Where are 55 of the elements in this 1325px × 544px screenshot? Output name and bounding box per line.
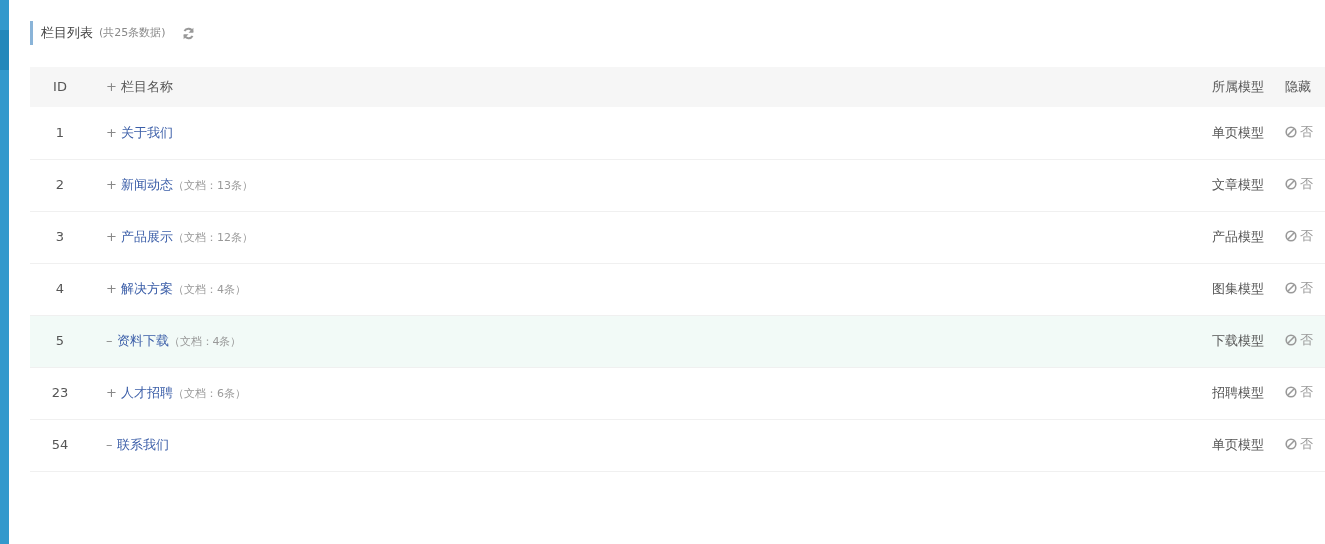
- category-link[interactable]: 关于我们: [120, 125, 173, 140]
- prohibited-icon: [1285, 125, 1297, 138]
- column-header: 所属模型: [1212, 79, 1264, 95]
- id-cell: 4: [55, 281, 65, 297]
- column-header: 隐藏: [1285, 79, 1311, 95]
- category-link[interactable]: 产品展示: [120, 229, 173, 245]
- model-cell: 文章模型: [1212, 177, 1264, 193]
- hidden-status: 否: [1300, 175, 1313, 194]
- hidden-status: 否: [1300, 383, 1313, 402]
- prohibited-icon: [1285, 334, 1297, 347]
- category-link[interactable]: 解决方案: [120, 281, 173, 297]
- model-cell: 单页模型: [1212, 437, 1264, 453]
- expand-toggle[interactable]: –: [106, 437, 113, 453]
- prohibited-icon: [1285, 438, 1297, 451]
- model-cell: 下载模型: [1212, 333, 1264, 349]
- column-header: ID: [53, 79, 67, 95]
- category-link[interactable]: 新闻动态: [120, 177, 173, 193]
- hidden-status: 否: [1300, 227, 1313, 246]
- prohibited-icon: [1285, 386, 1297, 399]
- model-cell: 单页模型: [1212, 125, 1264, 140]
- hidden-status: 否: [1300, 123, 1313, 142]
- prohibited-icon: [1285, 178, 1297, 191]
- refresh-icon[interactable]: [181, 26, 195, 40]
- category-link[interactable]: 资料下载: [116, 333, 169, 349]
- panel-title: 栏目列表: [41, 24, 93, 43]
- expand-toggle[interactable]: +: [106, 125, 117, 140]
- expand-toggle[interactable]: +: [106, 385, 117, 401]
- expand-toggle[interactable]: –: [106, 333, 113, 349]
- expand-toggle[interactable]: +: [106, 79, 117, 95]
- id-cell: 23: [51, 385, 69, 401]
- doc-count: （文档：13条）: [172, 179, 253, 193]
- hidden-status: 否: [1300, 279, 1313, 298]
- id-cell: 2: [55, 177, 65, 193]
- category-link[interactable]: 联系我们: [116, 437, 169, 453]
- record-count: (共25条数据): [99, 24, 166, 41]
- prohibited-icon: [1285, 282, 1297, 295]
- id-cell: 5: [55, 333, 65, 349]
- id-cell: 1: [55, 125, 65, 140]
- column-header: 栏目名称: [120, 79, 173, 95]
- hidden-status: 否: [1300, 435, 1313, 454]
- expand-toggle[interactable]: +: [106, 229, 117, 245]
- expand-toggle[interactable]: +: [106, 177, 117, 193]
- expand-toggle[interactable]: +: [106, 281, 117, 297]
- category-link[interactable]: 人才招聘: [120, 385, 173, 401]
- doc-count: （文档：4条）: [172, 283, 246, 297]
- id-cell: 3: [55, 229, 65, 245]
- model-cell: 招聘模型: [1212, 385, 1264, 401]
- doc-count: （文档：4条）: [168, 335, 242, 349]
- model-cell: 图集模型: [1212, 281, 1264, 297]
- doc-count: （文档：6条）: [172, 387, 246, 401]
- prohibited-icon: [1285, 230, 1297, 243]
- hidden-status: 否: [1300, 331, 1313, 350]
- doc-count: （文档：12条）: [172, 231, 253, 245]
- id-cell: 54: [51, 437, 69, 453]
- model-cell: 产品模型: [1212, 229, 1264, 245]
